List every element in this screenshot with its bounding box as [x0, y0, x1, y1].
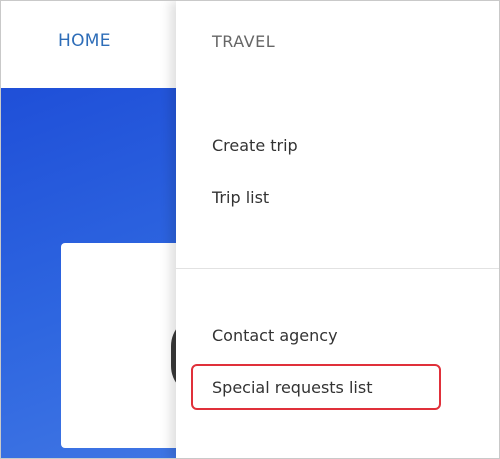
nav-home-link[interactable]: HOME	[58, 31, 111, 51]
menu-divider	[176, 268, 499, 269]
menu-item-contact-agency[interactable]: Contact agency	[212, 326, 338, 345]
highlight-box	[191, 364, 441, 410]
menu-item-create-trip[interactable]: Create trip	[212, 136, 298, 155]
menu-item-trip-list[interactable]: Trip list	[212, 188, 269, 207]
app-window: HOME TRAVEL Create trip Trip list Contac…	[0, 0, 500, 459]
dropdown-header-travel: TRAVEL	[212, 32, 276, 51]
